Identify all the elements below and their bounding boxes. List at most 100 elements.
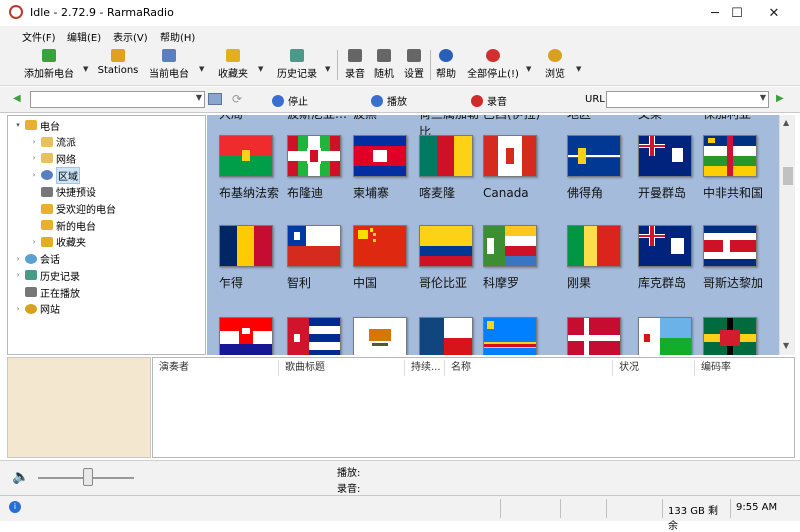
country-name-label[interactable]: Canada bbox=[483, 184, 547, 202]
country-name-label[interactable]: 柬埔寨 bbox=[353, 184, 417, 202]
browse-dropdown-icon[interactable]: ▼ bbox=[576, 65, 581, 73]
flag-grid-scrollbar[interactable]: ▲ ▼ bbox=[779, 115, 795, 355]
country-name-label[interactable]: 文莱 bbox=[638, 115, 702, 123]
tree-node[interactable]: › 区域 bbox=[30, 166, 80, 184]
tree-node[interactable]: 受欢迎的电台 bbox=[30, 201, 116, 217]
add-station-dropdown-icon[interactable]: ▼ bbox=[83, 65, 88, 73]
settings-button[interactable]: 设置 bbox=[401, 47, 427, 83]
stop-all-dropdown-icon[interactable]: ▼ bbox=[526, 65, 531, 73]
country-flag-icon[interactable] bbox=[419, 135, 473, 177]
country-flag-icon[interactable] bbox=[287, 135, 341, 177]
column-header-bitrate[interactable]: 编码率 bbox=[695, 360, 794, 376]
country-name-label[interactable]: 中国 bbox=[353, 274, 417, 292]
tree-node[interactable]: › 收藏夹 bbox=[30, 234, 86, 250]
tree-node[interactable]: › 网络 bbox=[30, 150, 76, 166]
country-name-label[interactable]: 大局 bbox=[219, 115, 283, 123]
country-name-label[interactable]: 科摩罗 bbox=[483, 274, 547, 292]
country-flag-icon[interactable] bbox=[287, 225, 341, 267]
country-flag-icon[interactable] bbox=[567, 225, 621, 267]
country-flag-icon[interactable] bbox=[419, 225, 473, 267]
tree-node[interactable]: 正在播放 bbox=[14, 284, 80, 300]
current-station-button[interactable]: 当前电台 bbox=[146, 47, 192, 83]
expander-icon[interactable]: › bbox=[30, 138, 38, 146]
browse-button[interactable]: 浏览 bbox=[542, 47, 568, 83]
country-flag-icon[interactable] bbox=[567, 135, 621, 177]
tree-node[interactable]: ▾ 电台 bbox=[14, 117, 60, 133]
column-header-song-title[interactable]: 歌曲标题 bbox=[279, 360, 405, 376]
history-dropdown-icon[interactable]: ▼ bbox=[325, 65, 330, 73]
stop-button[interactable]: 停止 bbox=[272, 93, 308, 108]
record-now-button[interactable]: 录音 bbox=[471, 93, 507, 108]
favorites-button[interactable]: 收藏夹 bbox=[215, 47, 251, 83]
tree-node[interactable]: › 历史记录 bbox=[14, 267, 80, 283]
country-flag-icon[interactable] bbox=[219, 135, 273, 177]
record-button[interactable]: 录音 bbox=[342, 47, 368, 83]
menu-view[interactable]: 表示(V) bbox=[113, 29, 148, 44]
station-combo[interactable]: ▼ bbox=[30, 91, 205, 108]
scroll-down-icon[interactable]: ▼ bbox=[783, 341, 789, 350]
country-name-label[interactable]: 哥斯达黎加 bbox=[703, 274, 767, 292]
country-flag-icon[interactable] bbox=[703, 225, 757, 267]
maximize-button[interactable]: ☐ bbox=[720, 0, 754, 26]
country-flag-icon[interactable] bbox=[483, 225, 537, 267]
country-flag-icon[interactable] bbox=[703, 317, 757, 355]
play-button[interactable]: 播放 bbox=[371, 93, 407, 108]
country-name-label[interactable]: 波黑 bbox=[353, 115, 417, 123]
expander-icon[interactable]: › bbox=[30, 238, 38, 246]
country-flag-icon[interactable] bbox=[353, 225, 407, 267]
back-arrow-icon[interactable]: ◀ bbox=[13, 93, 21, 104]
country-name-label[interactable]: 布隆迪 bbox=[287, 184, 351, 202]
column-header-duration[interactable]: 持续... bbox=[405, 360, 445, 376]
country-name-label[interactable]: 地区 bbox=[567, 115, 631, 123]
country-flag-icon[interactable] bbox=[287, 317, 341, 355]
stations-button[interactable]: Stations bbox=[96, 47, 140, 83]
country-flag-icon[interactable] bbox=[483, 135, 537, 177]
station-list-icon[interactable] bbox=[208, 93, 222, 105]
country-name-label[interactable]: 智利 bbox=[287, 274, 351, 292]
country-name-label[interactable]: 乍得 bbox=[219, 274, 283, 292]
country-name-label[interactable]: 佛得角 bbox=[567, 184, 631, 202]
tree-node[interactable]: › 会话 bbox=[14, 251, 60, 267]
column-header-artist[interactable]: 演奏者 bbox=[153, 360, 279, 376]
stop-all-button[interactable]: 全部停止(!) bbox=[465, 47, 521, 83]
country-flag-icon[interactable] bbox=[419, 317, 473, 355]
column-header-name[interactable]: 名称 bbox=[445, 360, 613, 376]
speaker-icon[interactable]: 🔈 bbox=[12, 469, 29, 485]
country-name-label[interactable]: 布基纳法索 bbox=[219, 184, 283, 202]
scroll-thumb[interactable] bbox=[783, 167, 793, 185]
close-button[interactable]: ✕ bbox=[757, 0, 791, 26]
tree-node[interactable]: › 流派 bbox=[30, 134, 76, 150]
volume-slider-thumb[interactable] bbox=[83, 468, 93, 486]
menu-edit[interactable]: 编辑(E) bbox=[67, 29, 101, 44]
expander-icon[interactable]: › bbox=[14, 255, 22, 263]
go-arrow-icon[interactable]: ▶ bbox=[776, 93, 784, 104]
country-name-label[interactable]: 开曼群岛 bbox=[638, 184, 702, 202]
country-flag-icon[interactable] bbox=[353, 135, 407, 177]
menu-file[interactable]: 文件(F) bbox=[22, 29, 56, 44]
expander-icon[interactable]: › bbox=[14, 305, 22, 313]
country-name-label[interactable]: 喀麦隆 bbox=[419, 184, 483, 202]
country-name-label[interactable]: 保加利亚 bbox=[703, 115, 767, 123]
tree-node[interactable]: 快捷预设 bbox=[30, 184, 96, 200]
country-flag-icon[interactable] bbox=[219, 225, 273, 267]
current-station-dropdown-icon[interactable]: ▼ bbox=[199, 65, 204, 73]
country-name-label[interactable]: 巴西(伊拉) bbox=[483, 115, 547, 123]
country-flag-icon[interactable] bbox=[638, 135, 692, 177]
scroll-up-icon[interactable]: ▲ bbox=[783, 118, 789, 127]
country-flag-icon[interactable] bbox=[638, 225, 692, 267]
country-flag-icon[interactable] bbox=[219, 317, 273, 355]
country-name-label[interactable]: 哥伦比亚 bbox=[419, 274, 483, 292]
expander-icon[interactable]: › bbox=[30, 171, 38, 179]
country-flag-icon[interactable] bbox=[703, 135, 757, 177]
country-flag-icon[interactable] bbox=[353, 317, 407, 355]
country-flag-icon[interactable] bbox=[638, 317, 692, 355]
country-name-label[interactable]: 波斯尼亚… bbox=[287, 115, 351, 123]
country-flag-icon[interactable] bbox=[483, 317, 537, 355]
url-input[interactable]: ▼ bbox=[606, 91, 769, 108]
tree-node[interactable]: 新的电台 bbox=[30, 217, 96, 233]
menu-help[interactable]: 帮助(H) bbox=[160, 29, 195, 44]
country-name-label[interactable]: 库克群岛 bbox=[638, 274, 702, 292]
add-station-button[interactable]: 添加新电台 bbox=[20, 47, 78, 83]
expander-icon[interactable]: ▾ bbox=[14, 121, 22, 129]
country-name-label[interactable]: 中非共和国 bbox=[703, 184, 767, 202]
